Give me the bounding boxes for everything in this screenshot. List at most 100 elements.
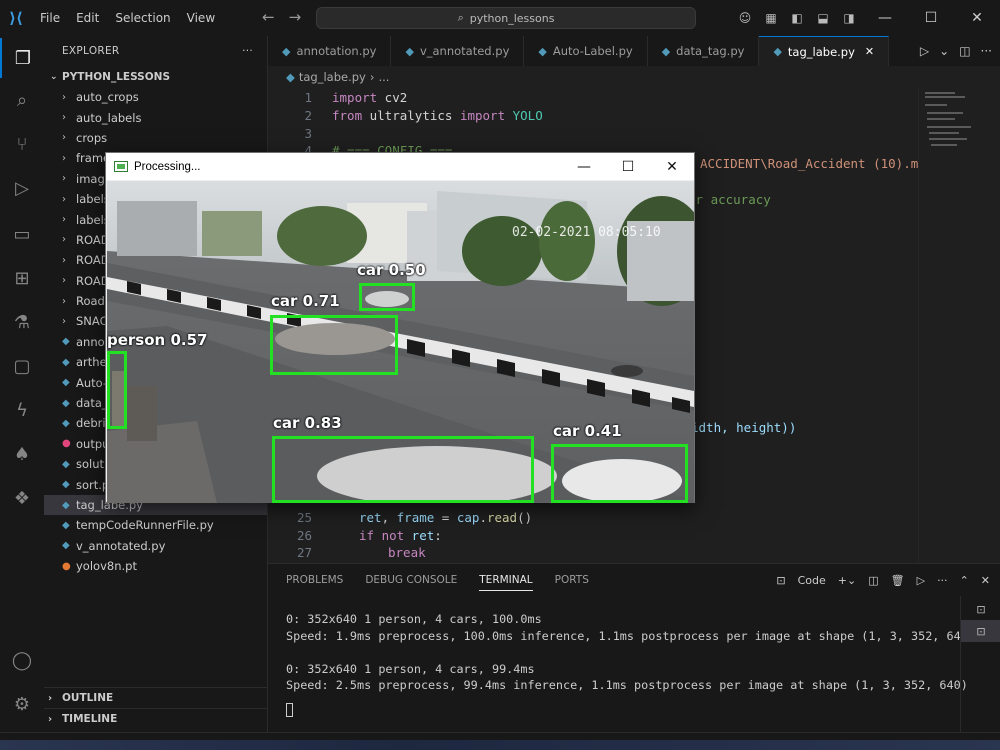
title-right-controls: ☺ ▦ ◧ ⬓ ◨ — ☐ ✕ [732, 0, 1000, 36]
file-tree-label: yolov8n.pt [76, 559, 137, 574]
remote-explorer-icon[interactable]: ▭ [0, 214, 44, 254]
tab-terminal[interactable]: TERMINAL [479, 574, 533, 591]
command-center-search[interactable]: ⌕ python_lessons [316, 7, 696, 29]
nav-arrows: ← → [262, 8, 301, 26]
maximize-panel-icon[interactable]: ⌃ [960, 574, 969, 587]
detection-label: car 0.71 [271, 292, 340, 310]
account-icon[interactable]: ◯ [0, 640, 44, 680]
folder-item[interactable]: › auto_crops [44, 87, 267, 107]
terminal-instance-icon[interactable]: ⊡ [961, 598, 1000, 620]
layout-customize-icon[interactable]: ▦ [758, 11, 784, 25]
chevron-right-icon: › [369, 70, 375, 84]
settings-gear-icon[interactable]: ⚙ [0, 684, 44, 724]
minimize-icon[interactable]: — [562, 153, 606, 180]
testing-icon[interactable]: ⚗ [0, 302, 44, 342]
terminal-list: ⊡ ⊡ [960, 596, 1000, 733]
more-actions-icon[interactable]: ··· [981, 44, 992, 58]
file-item[interactable]: ◆ tempCodeRunnerFile.py [44, 515, 267, 535]
tab-ports[interactable]: PORTS [555, 574, 589, 586]
python-file-icon: ◆ [62, 519, 70, 531]
maximize-icon[interactable]: ☐ [606, 153, 650, 180]
terminal-shell-label[interactable]: Code [798, 574, 826, 587]
terminal-instance-icon[interactable]: ⊡ [961, 620, 1000, 642]
close-tab-icon[interactable]: ✕ [865, 45, 874, 58]
more-actions-icon[interactable]: ··· [242, 45, 253, 57]
code-token: YOLO [505, 107, 543, 123]
chat-icon[interactable]: ▢ [0, 346, 44, 386]
toggle-sidebar-icon[interactable]: ◧ [784, 11, 810, 25]
tab-debug-console[interactable]: DEBUG CONSOLE [365, 574, 457, 586]
editor-tab[interactable]: ◆ tag_labe.py ✕ [759, 36, 890, 66]
forward-arrow-icon[interactable]: → [289, 8, 302, 26]
code-token: () [517, 509, 533, 525]
python-icon[interactable]: ❖ [0, 478, 44, 518]
mongodb-leaf-icon[interactable]: ♠ [0, 434, 44, 474]
run-debug-icon[interactable]: ▷ [0, 168, 44, 208]
line-number: 2 [304, 107, 312, 123]
code-token: import [332, 89, 378, 105]
detection-box [551, 444, 688, 503]
breadcrumb-file[interactable]: tag_labe.py [299, 70, 366, 84]
terminal-shell-icon: ⊡ [776, 573, 786, 587]
close-panel-icon[interactable]: ✕ [981, 574, 990, 587]
video-timestamp: 02-02-2021 08:05:10 [512, 225, 661, 240]
trash-icon[interactable]: 🗑 [891, 574, 905, 587]
source-control-icon[interactable]: ⑂ [0, 124, 44, 164]
close-icon[interactable]: ✕ [650, 153, 694, 180]
processing-window-titlebar[interactable]: Processing... — ☐ ✕ [106, 153, 694, 180]
editor-tab[interactable]: ◆ data_tag.py [648, 36, 760, 66]
explorer-icon[interactable]: ❐ [0, 38, 44, 78]
timeline-section[interactable]: › TIMELINE [44, 708, 267, 729]
file-item[interactable]: ● yolov8n.pt [44, 556, 267, 576]
copilot-icon[interactable]: ☺ [732, 11, 758, 25]
code-token: . [479, 509, 487, 525]
tab-label: Auto-Label.py [552, 44, 633, 58]
folder-item[interactable]: › crops [44, 128, 267, 148]
breadcrumb-rest[interactable]: ... [378, 70, 389, 84]
tab-problems[interactable]: PROBLEMS [286, 574, 343, 586]
split-editor-icon[interactable]: ◫ [959, 44, 970, 58]
maximize-icon[interactable]: ☐ [908, 10, 954, 26]
chevron-right-icon: › [62, 234, 66, 246]
chevron-down-icon[interactable]: ⌄ [939, 44, 949, 58]
run-icon[interactable]: ▷ [917, 574, 925, 587]
python-file-icon: ◆ [405, 44, 414, 58]
folder-item[interactable]: › auto_labels [44, 107, 267, 127]
extensions-icon[interactable]: ⊞ [0, 258, 44, 298]
minimize-icon[interactable]: — [862, 10, 908, 26]
run-file-icon[interactable]: ▷ [920, 44, 929, 58]
workspace-root[interactable]: ⌄ PYTHON_LESSONS [44, 66, 267, 88]
editor-scrollbar[interactable] [988, 88, 1000, 563]
toggle-panel-icon[interactable]: ⬓ [810, 11, 836, 25]
menu-selection[interactable]: Selection [107, 0, 178, 36]
menu-file[interactable]: File [32, 0, 68, 36]
editor-tab[interactable]: ◆ annotation.py [268, 36, 392, 66]
code-line: 1 import cv2 [268, 88, 407, 106]
split-terminal-icon[interactable]: ◫ [868, 574, 878, 587]
menu-view[interactable]: View [179, 0, 223, 36]
more-actions-icon[interactable]: ··· [937, 574, 948, 587]
editor-tab[interactable]: ◆ Auto-Label.py [524, 36, 648, 66]
outline-section[interactable]: › OUTLINE [44, 687, 267, 708]
close-icon[interactable]: ✕ [954, 10, 1000, 26]
code-token: ultralytics [362, 107, 460, 123]
tab-label: data_tag.py [676, 44, 745, 58]
panel-actions: ⊡ Code +⌄ ◫ 🗑 ▷ ··· ⌃ ✕ [776, 564, 990, 596]
tab-label: annotation.py [296, 44, 377, 58]
file-tree-label: Auto- [76, 375, 108, 390]
line-number: 26 [296, 527, 312, 543]
terminal-output[interactable]: 0: 352x640 1 person, 4 cars, 100.0ms Spe… [286, 612, 975, 719]
menu-edit[interactable]: Edit [68, 0, 107, 36]
new-terminal-icon[interactable]: +⌄ [838, 574, 856, 587]
back-arrow-icon[interactable]: ← [262, 8, 275, 26]
toggle-secondary-sidebar-icon[interactable]: ◨ [836, 11, 862, 25]
file-tree-label: debri [76, 416, 106, 431]
lightning-icon[interactable]: ϟ [0, 390, 44, 430]
os-taskbar [0, 740, 1000, 750]
python-file-icon: ◆ [286, 70, 295, 84]
code-token: from [332, 107, 363, 123]
file-item[interactable]: ◆ v_annotated.py [44, 536, 267, 556]
editor-tab[interactable]: ◆ v_annotated.py [391, 36, 525, 66]
minimap[interactable] [918, 88, 988, 563]
search-view-icon[interactable]: ⌕ [0, 80, 44, 120]
